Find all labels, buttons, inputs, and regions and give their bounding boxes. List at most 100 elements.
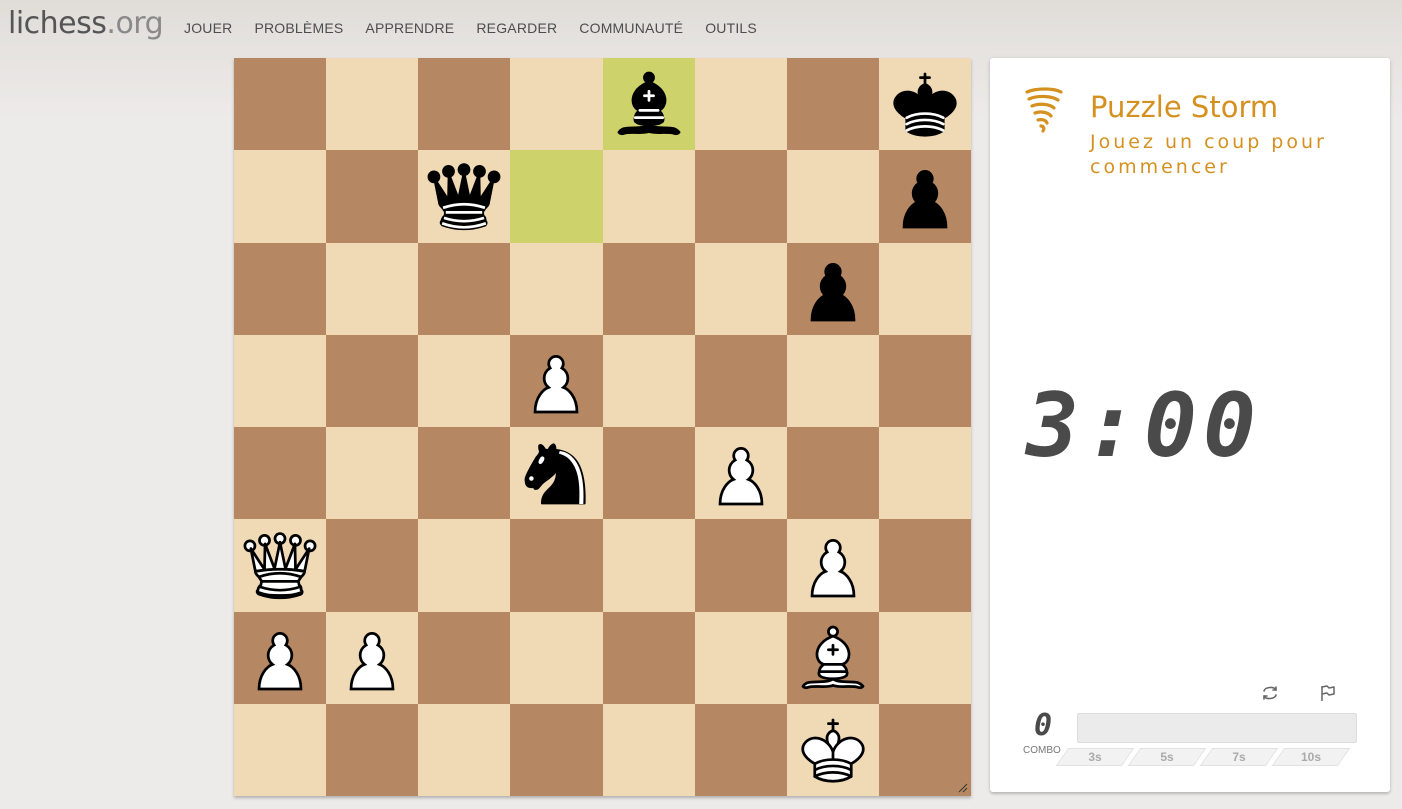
- white-pawn-icon[interactable]: [700, 432, 782, 514]
- square-g8[interactable]: [786, 58, 879, 151]
- nav-community[interactable]: COMMUNAUTÉ: [579, 20, 683, 36]
- site-header: lichess.org JOUER PROBLÈMES APPRENDRE RE…: [0, 0, 1402, 58]
- white-pawn-icon[interactable]: [331, 617, 413, 699]
- flip-board-icon[interactable]: [1260, 683, 1280, 703]
- black-pawn-icon[interactable]: [884, 155, 966, 237]
- square-h4[interactable]: [878, 427, 971, 520]
- square-a2[interactable]: [234, 611, 327, 704]
- square-h8[interactable]: [878, 58, 971, 151]
- square-f5[interactable]: [694, 334, 787, 427]
- nav-play[interactable]: JOUER: [184, 20, 232, 36]
- square-f7[interactable]: [694, 150, 787, 243]
- combo-progress-bar: [1077, 713, 1357, 743]
- square-b6[interactable]: [326, 242, 419, 335]
- square-a3[interactable]: [234, 519, 327, 612]
- square-h5[interactable]: [878, 334, 971, 427]
- storm-title: Puzzle Storm: [1090, 90, 1279, 124]
- white-king-icon[interactable]: [792, 709, 874, 791]
- square-e6[interactable]: [602, 242, 695, 335]
- board-resize-handle[interactable]: [958, 783, 968, 793]
- square-e4[interactable]: [602, 427, 695, 520]
- square-c3[interactable]: [418, 519, 511, 612]
- black-queen-icon[interactable]: [423, 155, 505, 237]
- combo-level-3s: 3s: [1062, 748, 1128, 766]
- black-king-icon[interactable]: [884, 63, 966, 145]
- square-f4[interactable]: [694, 427, 787, 520]
- chess-board[interactable]: [234, 58, 971, 796]
- square-f8[interactable]: [694, 58, 787, 151]
- square-g3[interactable]: [786, 519, 879, 612]
- square-e2[interactable]: [602, 611, 695, 704]
- square-f1[interactable]: [694, 703, 787, 796]
- square-h3[interactable]: [878, 519, 971, 612]
- square-b7[interactable]: [326, 150, 419, 243]
- square-c6[interactable]: [418, 242, 511, 335]
- main-nav: JOUER PROBLÈMES APPRENDRE REGARDER COMMU…: [184, 20, 779, 36]
- square-h2[interactable]: [878, 611, 971, 704]
- storm-clock: 3:00: [1026, 374, 1262, 477]
- square-a1[interactable]: [234, 703, 327, 796]
- square-d5[interactable]: [510, 334, 603, 427]
- square-e7[interactable]: [602, 150, 695, 243]
- square-a6[interactable]: [234, 242, 327, 335]
- square-c1[interactable]: [418, 703, 511, 796]
- square-e3[interactable]: [602, 519, 695, 612]
- square-f3[interactable]: [694, 519, 787, 612]
- combo-levels: 3s 5s 7s 10s: [1062, 748, 1350, 766]
- square-c5[interactable]: [418, 334, 511, 427]
- white-pawn-icon[interactable]: [792, 524, 874, 606]
- square-f6[interactable]: [694, 242, 787, 335]
- square-b3[interactable]: [326, 519, 419, 612]
- square-c4[interactable]: [418, 427, 511, 520]
- square-b5[interactable]: [326, 334, 419, 427]
- square-g4[interactable]: [786, 427, 879, 520]
- nav-puzzles[interactable]: PROBLÈMES: [254, 20, 343, 36]
- white-bishop-icon[interactable]: [792, 617, 874, 699]
- white-pawn-icon[interactable]: [515, 340, 597, 422]
- white-pawn-icon[interactable]: [239, 617, 321, 699]
- square-g5[interactable]: [786, 334, 879, 427]
- combo-counter: 0: [1034, 708, 1053, 743]
- square-d1[interactable]: [510, 703, 603, 796]
- black-pawn-icon[interactable]: [792, 248, 874, 330]
- square-c7[interactable]: [418, 150, 511, 243]
- square-h7[interactable]: [878, 150, 971, 243]
- puzzle-storm-panel: Puzzle Storm Jouez un coup pour commence…: [990, 58, 1390, 792]
- square-d7[interactable]: [510, 150, 603, 243]
- white-queen-icon[interactable]: [239, 524, 321, 606]
- nav-learn[interactable]: APPRENDRE: [365, 20, 454, 36]
- nav-watch[interactable]: REGARDER: [476, 20, 557, 36]
- site-logo[interactable]: lichess.org: [8, 6, 164, 41]
- combo-level-label: 3s: [1088, 750, 1102, 764]
- black-bishop-icon[interactable]: [608, 63, 690, 145]
- square-d8[interactable]: [510, 58, 603, 151]
- square-a7[interactable]: [234, 150, 327, 243]
- square-d4[interactable]: [510, 427, 603, 520]
- square-h6[interactable]: [878, 242, 971, 335]
- square-e5[interactable]: [602, 334, 695, 427]
- square-c2[interactable]: [418, 611, 511, 704]
- square-g6[interactable]: [786, 242, 879, 335]
- square-g1[interactable]: [786, 703, 879, 796]
- flag-icon[interactable]: [1318, 683, 1338, 703]
- square-c8[interactable]: [418, 58, 511, 151]
- square-b1[interactable]: [326, 703, 419, 796]
- square-b2[interactable]: [326, 611, 419, 704]
- square-d3[interactable]: [510, 519, 603, 612]
- square-e8[interactable]: [602, 58, 695, 151]
- square-g2[interactable]: [786, 611, 879, 704]
- square-a4[interactable]: [234, 427, 327, 520]
- square-b8[interactable]: [326, 58, 419, 151]
- square-d2[interactable]: [510, 611, 603, 704]
- square-a5[interactable]: [234, 334, 327, 427]
- black-knight-icon[interactable]: [515, 432, 597, 514]
- square-a8[interactable]: [234, 58, 327, 151]
- nav-tools[interactable]: OUTILS: [705, 20, 757, 36]
- square-g7[interactable]: [786, 150, 879, 243]
- square-f2[interactable]: [694, 611, 787, 704]
- logo-tld: .org: [106, 6, 164, 41]
- square-d6[interactable]: [510, 242, 603, 335]
- combo-level-label: 7s: [1232, 750, 1246, 764]
- square-b4[interactable]: [326, 427, 419, 520]
- square-e1[interactable]: [602, 703, 695, 796]
